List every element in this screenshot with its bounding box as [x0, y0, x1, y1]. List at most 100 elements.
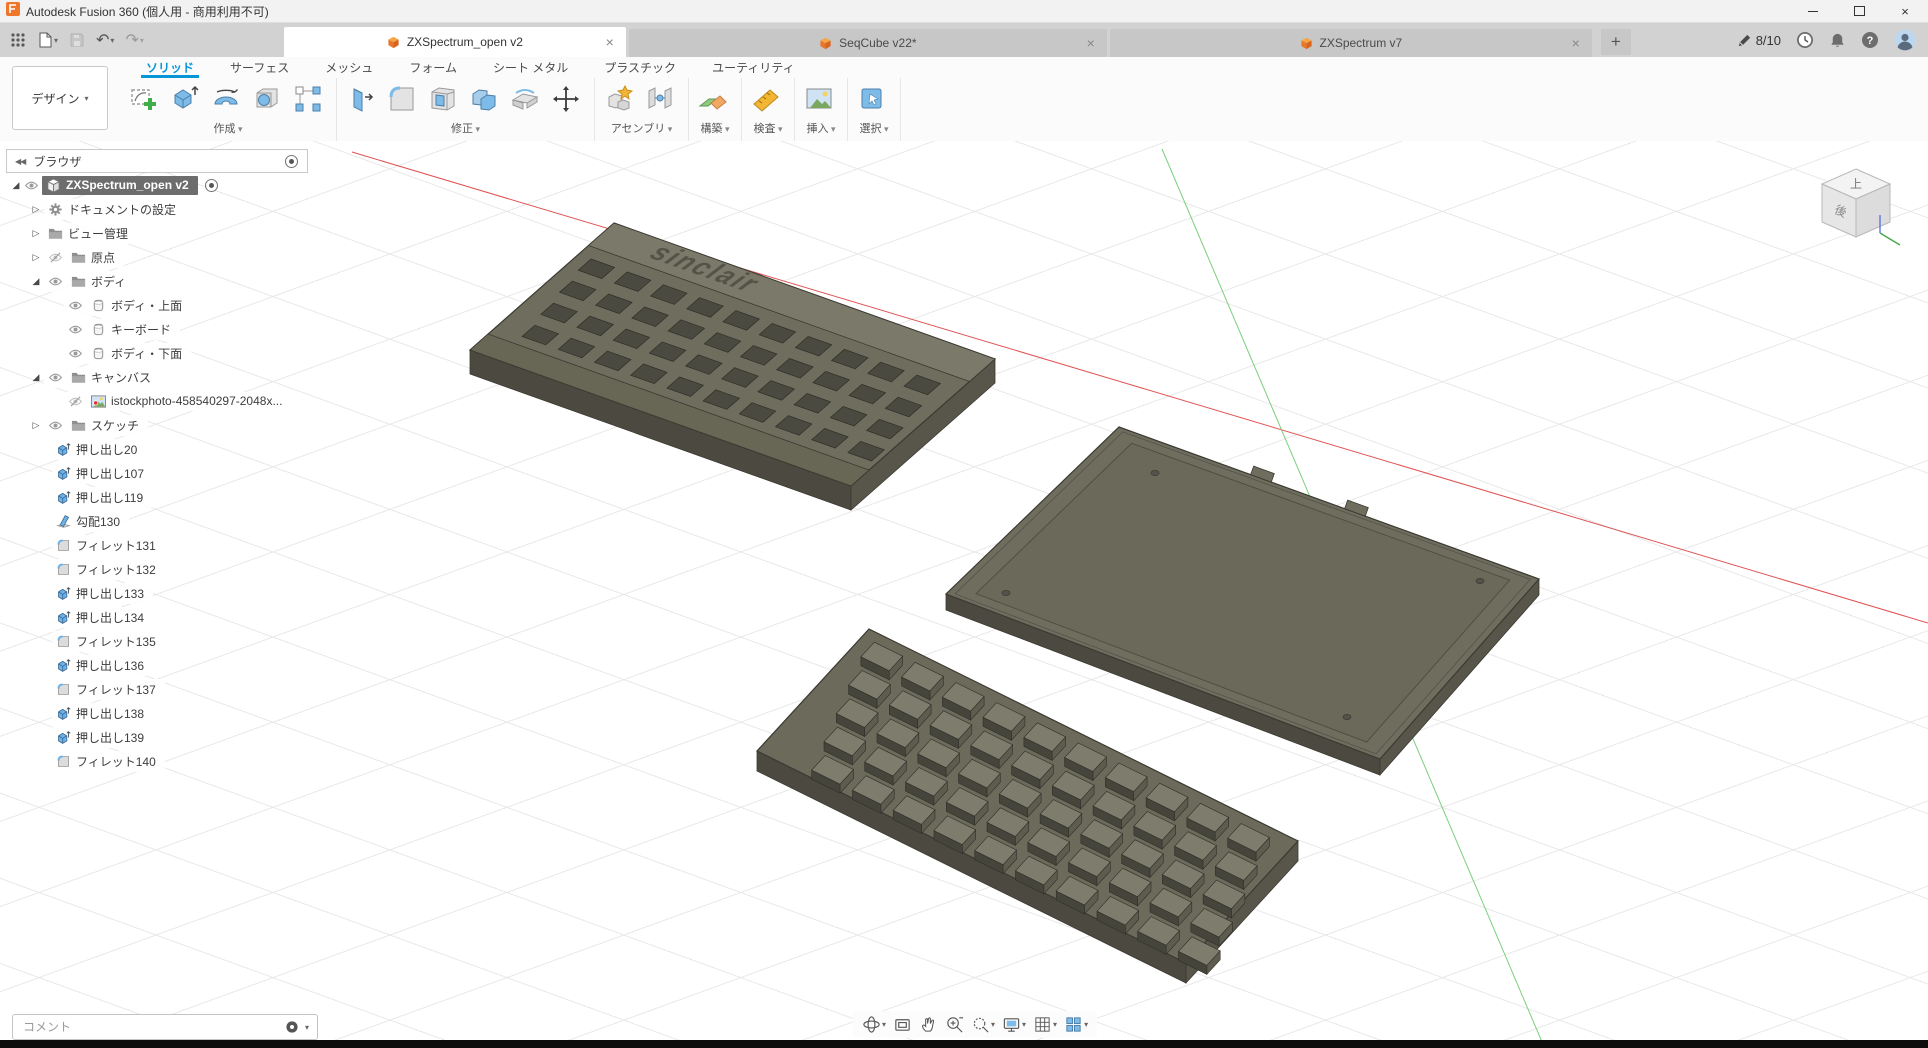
- visibility-on-icon[interactable]: [68, 346, 83, 361]
- fillet-button[interactable]: [385, 80, 423, 118]
- browser-item[interactable]: ▷原点: [6, 245, 308, 269]
- close-tab-icon[interactable]: ×: [606, 34, 614, 50]
- move-button[interactable]: [549, 80, 587, 118]
- split-body-button[interactable]: [508, 80, 546, 118]
- insert-canvas-button[interactable]: [802, 80, 840, 118]
- visibility-on-icon[interactable]: [68, 322, 83, 337]
- ribbon-group-label[interactable]: 検査: [753, 120, 782, 141]
- document-tab[interactable]: ZXSpectrum v7×: [1110, 29, 1592, 57]
- construct-plane-button[interactable]: [696, 80, 734, 118]
- combine-button[interactable]: [467, 80, 505, 118]
- extrude-button[interactable]: [168, 80, 206, 118]
- browser-item[interactable]: ◢ボディ: [6, 269, 308, 293]
- help-icon[interactable]: ?: [1861, 31, 1879, 49]
- file-menu-button[interactable]: ▾: [33, 27, 62, 53]
- ribbon-group-label[interactable]: 修正: [451, 120, 480, 141]
- close-button[interactable]: ×: [1882, 0, 1928, 22]
- feature-item[interactable]: フィレット140: [6, 749, 308, 773]
- visibility-on-icon[interactable]: [24, 178, 39, 193]
- browser-item[interactable]: ▷ドキュメントの設定: [6, 197, 308, 221]
- visibility-on-icon[interactable]: [68, 298, 83, 313]
- browser-item[interactable]: istockphoto-458540297-2048x...: [6, 389, 308, 413]
- viewport[interactable]: sinclair 上 後 ◀◀ ブラウザ ◢ZXSpectrum_open v2…: [0, 141, 1928, 1048]
- collapse-icon[interactable]: ◢: [28, 372, 44, 383]
- browser-item[interactable]: ボディ・上面: [6, 293, 308, 317]
- close-tab-icon[interactable]: ×: [1087, 35, 1095, 51]
- ribbon-tab[interactable]: メッシュ: [325, 57, 373, 78]
- app-grid-button[interactable]: [6, 27, 30, 53]
- browser-item[interactable]: ▷スケッチ: [6, 413, 308, 437]
- feature-item[interactable]: 押し出し133: [6, 581, 308, 605]
- ribbon-group-label[interactable]: 選択: [859, 120, 888, 141]
- ribbon-group-label[interactable]: 挿入: [806, 120, 835, 141]
- ribbon-tab[interactable]: フォーム: [409, 57, 457, 78]
- feature-item[interactable]: 押し出し138: [6, 701, 308, 725]
- save-counter[interactable]: 8/10: [1737, 33, 1781, 48]
- pattern-button[interactable]: [291, 80, 329, 118]
- measure-button[interactable]: [749, 80, 787, 118]
- visibility-on-icon[interactable]: [48, 274, 63, 289]
- pan-button[interactable]: [917, 1013, 940, 1036]
- ribbon-group-label[interactable]: 構築: [700, 120, 729, 141]
- redo-button[interactable]: ↷▾: [121, 27, 147, 53]
- browser-item[interactable]: ◢ZXSpectrum_open v2: [6, 173, 308, 197]
- browser-header[interactable]: ◀◀ ブラウザ: [6, 149, 308, 173]
- display-settings-button[interactable]: ▾: [1000, 1013, 1028, 1036]
- ribbon-tab[interactable]: シート メタル: [493, 57, 568, 78]
- ribbon-tab[interactable]: サーフェス: [230, 57, 289, 78]
- ribbon-tab[interactable]: ソリッド: [146, 57, 194, 78]
- look-at-button[interactable]: [891, 1013, 914, 1036]
- select-button[interactable]: [855, 80, 893, 118]
- save-button[interactable]: [65, 27, 89, 53]
- shell-button[interactable]: [426, 80, 464, 118]
- collapse-icon[interactable]: ◢: [28, 276, 44, 287]
- maximize-button[interactable]: [1836, 0, 1882, 22]
- browser-item[interactable]: ◢キャンバス: [6, 365, 308, 389]
- press-pull-button[interactable]: [344, 80, 382, 118]
- visibility-on-icon[interactable]: [48, 418, 63, 433]
- create-sketch-button[interactable]: [127, 80, 165, 118]
- orbit-button[interactable]: ▾: [860, 1013, 888, 1036]
- feature-item[interactable]: フィレット137: [6, 677, 308, 701]
- expand-icon[interactable]: ▷: [28, 420, 44, 431]
- visibility-off-icon[interactable]: [48, 250, 63, 265]
- feature-item[interactable]: 押し出し134: [6, 605, 308, 629]
- zoom-button[interactable]: [943, 1013, 966, 1036]
- viewcube[interactable]: 上 後: [1816, 163, 1906, 255]
- feature-item[interactable]: 押し出し20: [6, 437, 308, 461]
- avatar[interactable]: [1894, 29, 1916, 51]
- new-component-button[interactable]: [602, 80, 640, 118]
- feature-item[interactable]: フィレット132: [6, 557, 308, 581]
- collapse-icon[interactable]: ◢: [8, 180, 24, 191]
- expand-icon[interactable]: ▷: [28, 204, 44, 215]
- ribbon-group-label[interactable]: アセンブリ: [611, 120, 672, 141]
- browser-options-icon[interactable]: [284, 154, 299, 169]
- visibility-off-icon[interactable]: [68, 394, 83, 409]
- expand-icon[interactable]: ▷: [28, 228, 44, 239]
- joint-button[interactable]: [643, 80, 681, 118]
- feature-item[interactable]: フィレット135: [6, 629, 308, 653]
- feature-item[interactable]: 押し出し136: [6, 653, 308, 677]
- visibility-on-icon[interactable]: [48, 370, 63, 385]
- comment-input[interactable]: [21, 1019, 279, 1035]
- document-tab[interactable]: SeqCube v22*×: [629, 29, 1107, 57]
- comment-options-icon[interactable]: [285, 1020, 299, 1034]
- browser-item[interactable]: キーボード: [6, 317, 308, 341]
- new-tab-button[interactable]: +: [1601, 29, 1631, 55]
- activate-component-radio[interactable]: [204, 178, 219, 193]
- viewports-button[interactable]: ▾: [1062, 1013, 1090, 1036]
- close-tab-icon[interactable]: ×: [1572, 35, 1580, 51]
- minimize-button[interactable]: [1790, 0, 1836, 22]
- browser-item[interactable]: ▷ビュー管理: [6, 221, 308, 245]
- collapse-panel-icon[interactable]: ◀◀: [15, 157, 25, 166]
- ribbon-tab[interactable]: ユーティリティ: [712, 57, 795, 78]
- feature-item[interactable]: 押し出し107: [6, 461, 308, 485]
- undo-button[interactable]: ↶▾: [92, 27, 118, 53]
- job-status-icon[interactable]: [1796, 31, 1814, 49]
- browser-item[interactable]: ボディ・下面: [6, 341, 308, 365]
- feature-item[interactable]: 勾配130: [6, 509, 308, 533]
- revolve-button[interactable]: [209, 80, 247, 118]
- ribbon-tab[interactable]: プラスチック: [604, 57, 676, 78]
- feature-item[interactable]: フィレット131: [6, 533, 308, 557]
- grid-settings-button[interactable]: ▾: [1031, 1013, 1059, 1036]
